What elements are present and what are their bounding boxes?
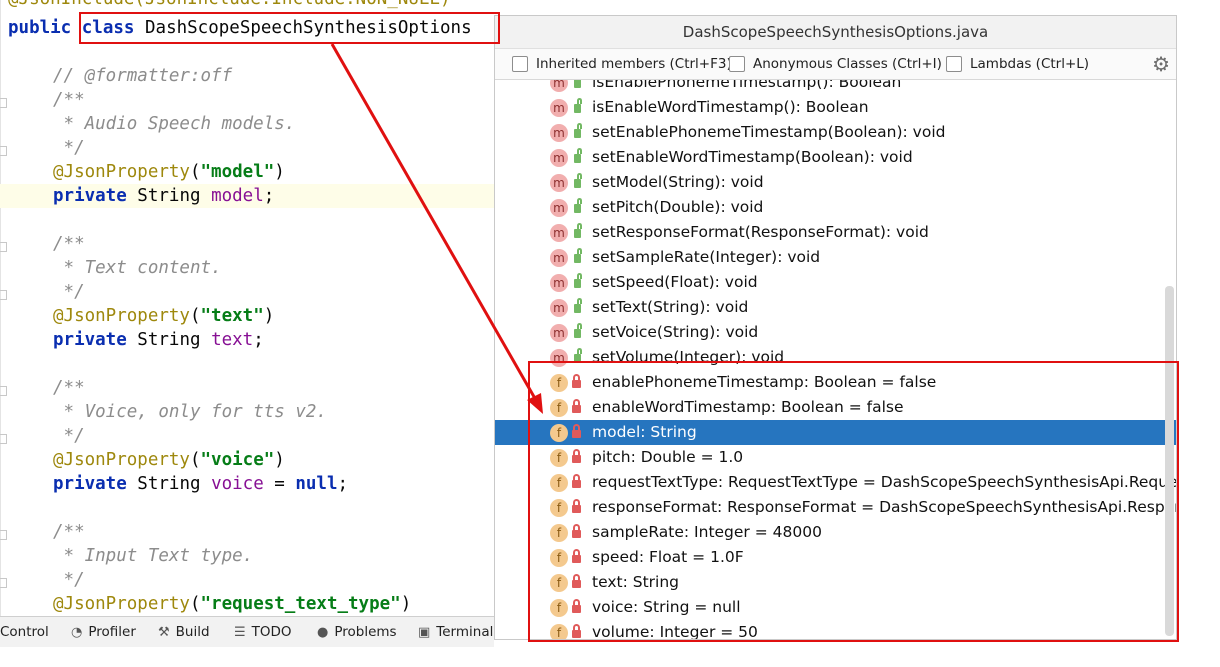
annotation-arrow	[330, 43, 543, 414]
